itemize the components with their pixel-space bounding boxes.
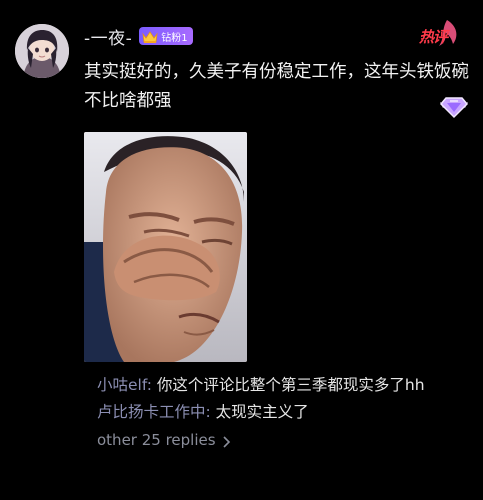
fan-badge-label: 钻粉1 (161, 32, 188, 44)
reply-item[interactable]: 小咕elf: 你这个评论比整个第三季都现实多了hh (97, 373, 477, 398)
crown-icon (141, 29, 159, 43)
hot-label: 热评 (419, 28, 448, 46)
crying-man-photo-icon (84, 132, 247, 362)
chevron-right-icon (222, 434, 231, 448)
more-replies-label: other 25 replies (97, 431, 216, 449)
more-replies-link[interactable]: other 25 replies (97, 431, 477, 449)
reply-list: 小咕elf: 你这个评论比整个第三季都现实多了hh 卢比扬卡工作中: 太现实主义… (97, 373, 477, 449)
fan-level-badge[interactable]: 钻粉1 (139, 27, 193, 45)
reply-text: 你这个评论比整个第三季都现实多了hh (156, 376, 425, 394)
hot-comment-badge: 热评 (417, 18, 465, 52)
comment-image[interactable] (84, 132, 247, 362)
comment-text: 其实挺好的，久美子有份稳定工作，这年头铁饭碗不比啥都强 (84, 62, 469, 111)
comment-card: -一夜- 钻粉1 热评 其实挺好的，久美子有份稳定工作，这年头铁饭碗不比啥都强 (0, 0, 483, 500)
avatar[interactable] (15, 24, 69, 78)
comment-header: -一夜- 钻粉1 (84, 22, 193, 50)
reply-text: 太现实主义了 (215, 403, 309, 421)
username[interactable]: -一夜- (84, 24, 132, 49)
reply-item[interactable]: 卢比扬卡工作中: 太现实主义了 (97, 400, 477, 425)
diamond-fan-icon (437, 92, 471, 120)
reply-author[interactable]: 卢比扬卡工作中: (97, 403, 216, 421)
avatar-illustration-icon (15, 24, 69, 78)
reply-author[interactable]: 小咕elf: (97, 376, 157, 394)
